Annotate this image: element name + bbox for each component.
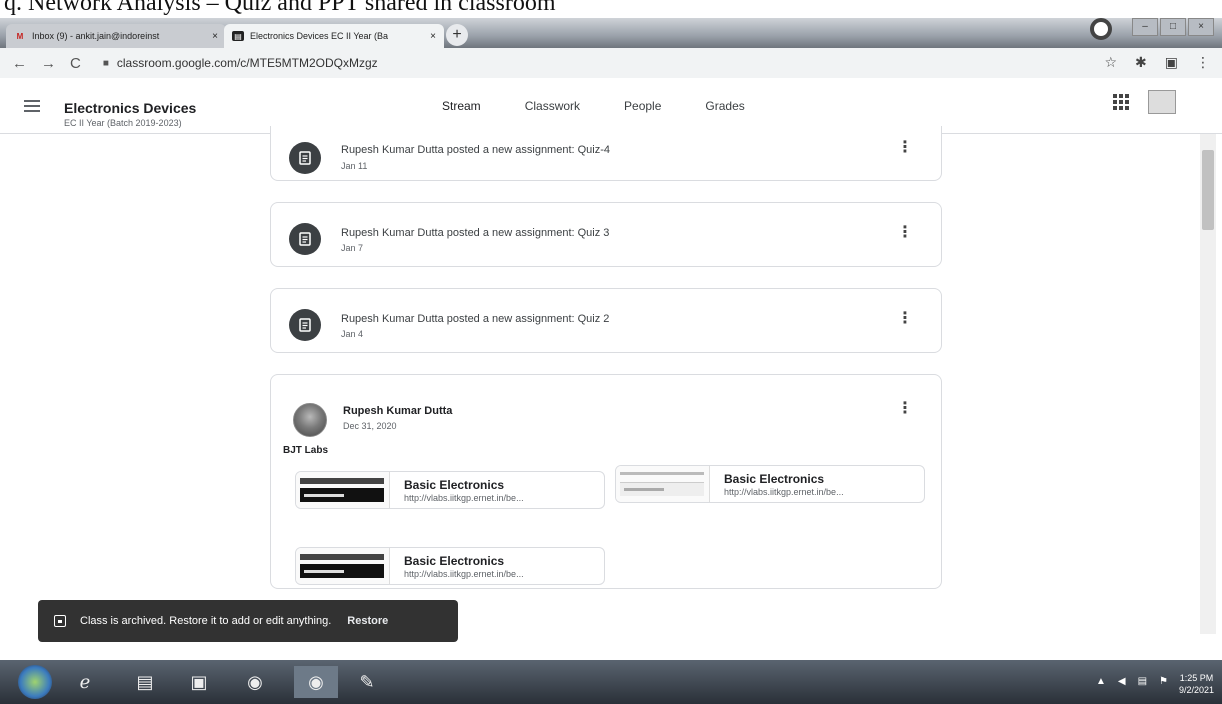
clock-date: 9/2/2021 — [1178, 685, 1214, 695]
document-app-icon[interactable]: ✎ — [348, 666, 386, 698]
close-icon[interactable]: × — [212, 31, 218, 42]
link-attachment[interactable]: Basic Electronics http://vlabs.iitkgp.er… — [295, 547, 605, 585]
google-apps-icon[interactable] — [1113, 94, 1129, 110]
media-player-icon[interactable]: ▣ — [180, 666, 218, 698]
assignment-icon — [289, 223, 321, 255]
volume-icon[interactable]: ◀ — [1118, 676, 1126, 687]
window-controls: – □ × — [1132, 18, 1214, 42]
attachment-url: http://vlabs.iitkgp.ernet.in/be... — [724, 487, 844, 497]
tab-title: Electronics Devices EC II Year (Ba — [250, 31, 389, 41]
stream-post-card: Rupesh Kumar Dutta Dec 31, 2020 ⋮ BJT La… — [270, 374, 942, 589]
link-attachment[interactable]: Basic Electronics http://vlabs.iitkgp.er… — [615, 465, 925, 503]
browser-tab-strip: M Inbox (9) - ankit.jain@indoreinst × ▤ … — [0, 18, 1222, 48]
forward-arrow-icon[interactable]: → — [41, 55, 56, 72]
attachment-url: http://vlabs.iitkgp.ernet.in/be... — [404, 493, 524, 503]
menu-dots-icon[interactable]: ⋮ — [1196, 54, 1210, 71]
attachment-thumbnail — [296, 548, 390, 584]
stream-assignment-card[interactable]: Rupesh Kumar Dutta posted a new assignme… — [270, 202, 942, 267]
assignment-text: Rupesh Kumar Dutta posted a new assignme… — [341, 144, 611, 156]
gmail-icon: M — [16, 31, 24, 41]
reload-icon[interactable]: C — [70, 55, 81, 72]
chrome-icon[interactable]: ◉ — [236, 666, 274, 698]
close-icon[interactable]: × — [430, 31, 436, 42]
post-body: BJT Labs — [283, 445, 329, 456]
author-avatar — [293, 403, 327, 437]
browser-toolbar-icons: ☆ ✱ ▣ ⋮ — [1104, 54, 1210, 71]
hamburger-menu-icon[interactable] — [24, 100, 40, 115]
clock-time: 1:25 PM — [1179, 673, 1214, 683]
more-options-icon[interactable]: ⋮ — [897, 140, 913, 156]
tab-gmail-inbox[interactable]: M Inbox (9) - ankit.jain@indoreinst × — [6, 24, 226, 48]
internet-explorer-icon[interactable]: ℯ — [66, 666, 104, 698]
start-button-icon[interactable] — [18, 665, 52, 699]
post-author: Rupesh Kumar Dutta — [343, 405, 453, 417]
attachment-thumbnail — [296, 472, 390, 508]
archived-snackbar: Class is archived. Restore it to add or … — [38, 600, 458, 642]
archive-icon — [54, 615, 66, 627]
back-arrow-icon[interactable]: ← — [12, 55, 27, 72]
assignment-date: Jan 11 — [341, 161, 368, 171]
attachment-title: Basic Electronics — [404, 554, 505, 568]
tray-arrow-icon[interactable]: ▲ — [1096, 676, 1106, 687]
attachment-url: http://vlabs.iitkgp.ernet.in/be... — [404, 569, 524, 579]
star-icon[interactable]: ☆ — [1104, 54, 1117, 71]
new-tab-button[interactable]: + — [446, 24, 468, 46]
minimize-icon[interactable]: – — [1132, 18, 1158, 36]
assignment-icon — [289, 142, 321, 174]
attachment-thumbnail — [616, 466, 710, 502]
more-options-icon[interactable]: ⋮ — [897, 225, 913, 241]
chrome-active-icon[interactable]: ◉ — [294, 666, 338, 698]
flag-icon[interactable]: ⚑ — [1159, 676, 1168, 687]
document-caption: q. Network Analysis – Quiz and PPT share… — [4, 0, 556, 16]
url-field[interactable]: classroom.google.com/c/MTE5MTM2ODQxMzgz — [117, 56, 378, 70]
classroom-icon: ▤ — [232, 31, 244, 41]
assignment-text: Rupesh Kumar Dutta posted a new assignme… — [341, 313, 610, 325]
class-subtitle: EC II Year (Batch 2019-2023) — [64, 118, 182, 128]
assignment-icon — [289, 309, 321, 341]
maximize-icon[interactable]: □ — [1160, 18, 1186, 36]
lock-icon[interactable]: ■ — [103, 58, 109, 69]
stream-assignment-card[interactable]: Rupesh Kumar Dutta posted a new assignme… — [270, 126, 942, 181]
file-explorer-icon[interactable]: ▤ — [126, 666, 164, 698]
extension-icon[interactable]: ✱ — [1135, 54, 1147, 71]
more-options-icon[interactable]: ⋮ — [897, 401, 913, 417]
attachment-title: Basic Electronics — [724, 472, 825, 486]
snackbar-message: Class is archived. Restore it to add or … — [80, 615, 332, 627]
more-options-icon[interactable]: ⋮ — [897, 311, 913, 327]
link-attachment[interactable]: Basic Electronics http://vlabs.iitkgp.er… — [295, 471, 605, 509]
scrollbar-thumb[interactable] — [1202, 150, 1214, 230]
tab-title: Inbox (9) - ankit.jain@indoreinst — [32, 31, 160, 41]
windows-taskbar: ℯ ▤ ▣ ◉ ◉ ✎ ▲ ◀ ▤ ⚑ 1:25 PM 9/2/2021 — [0, 660, 1222, 704]
class-title[interactable]: Electronics Devices — [64, 100, 196, 116]
browser-profile-icon[interactable] — [1090, 18, 1112, 40]
tab-classroom[interactable]: ▤ Electronics Devices EC II Year (Ba × — [224, 24, 444, 48]
address-bar-row: ← → C ■ classroom.google.com/c/MTE5MTM2O… — [0, 48, 1222, 78]
profile-avatar-icon[interactable]: ▣ — [1165, 54, 1178, 71]
stream-assignment-card[interactable]: Rupesh Kumar Dutta posted a new assignme… — [270, 288, 942, 353]
close-window-icon[interactable]: × — [1188, 18, 1214, 36]
assignment-text: Rupesh Kumar Dutta posted a new assignme… — [341, 227, 610, 239]
assignment-date: Jan 7 — [341, 243, 364, 253]
network-icon[interactable]: ▤ — [1138, 676, 1147, 687]
account-avatar[interactable] — [1148, 90, 1176, 114]
post-date: Dec 31, 2020 — [343, 421, 397, 431]
assignment-date: Jan 4 — [341, 329, 364, 339]
system-tray: ▲ ◀ ▤ ⚑ — [1096, 676, 1168, 687]
taskbar-clock[interactable]: 1:25 PM 9/2/2021 — [1179, 672, 1214, 696]
attachment-title: Basic Electronics — [404, 478, 505, 492]
restore-button[interactable]: Restore — [347, 615, 388, 627]
